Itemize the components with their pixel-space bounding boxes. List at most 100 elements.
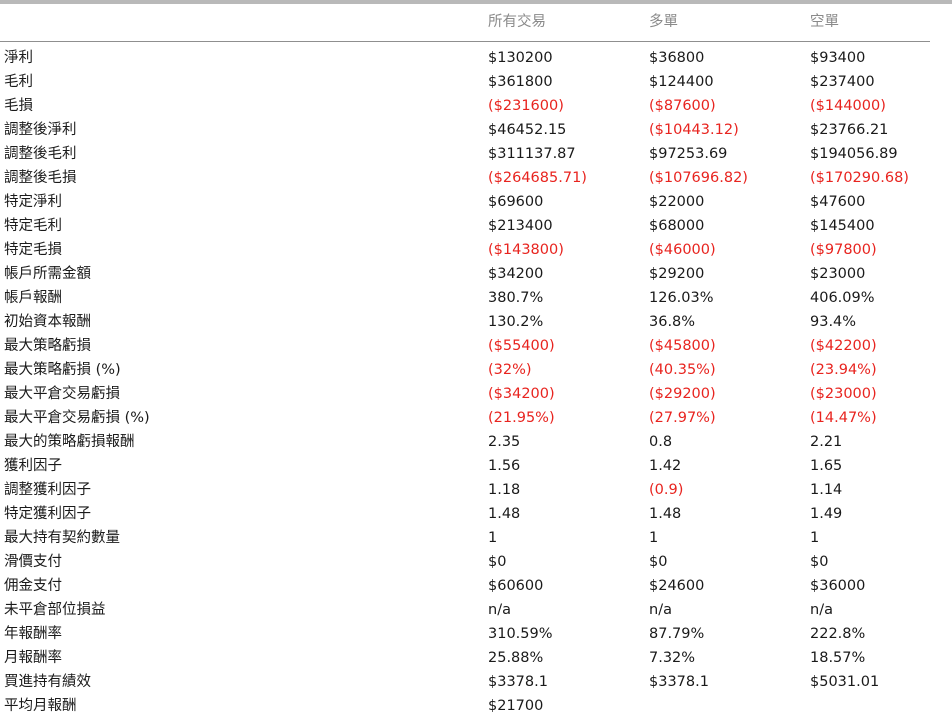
metric-label: 最大平倉交易虧損 (%)	[4, 410, 150, 426]
table-row: 特定淨利 $69600 $22000 $47600	[0, 190, 952, 214]
value-all-trades: $3378.1	[488, 674, 548, 690]
value-long: (27.97%)	[649, 410, 716, 426]
metric-label: 買進持有績效	[4, 674, 91, 690]
metric-label: 特定毛損	[4, 242, 62, 258]
value-long: $22000	[649, 194, 705, 210]
metric-label: 最大策略虧損	[4, 338, 91, 354]
metric-label: 平均月報酬	[4, 698, 77, 714]
table-row: 最大持有契約數量 1 1 1	[0, 526, 952, 550]
value-short: 406.09%	[810, 290, 875, 306]
value-short: (14.47%)	[810, 410, 877, 426]
column-header-long: 多單	[649, 14, 678, 30]
table-row: 未平倉部位損益 n/a n/a n/a	[0, 598, 952, 622]
value-all-trades: 1	[488, 530, 498, 546]
table-row: 平均月報酬 $21700	[0, 694, 952, 718]
value-short: $5031.01	[810, 674, 880, 690]
value-long: $36800	[649, 50, 705, 66]
value-short: $145400	[810, 218, 875, 234]
table-row: 最大平倉交易虧損 (%) (21.95%) (27.97%) (14.47%)	[0, 406, 952, 430]
metrics-table: 淨利 $130200 $36800 $93400 毛利 $361800 $124400 $23…	[0, 46, 952, 718]
value-short: ($170290.68)	[810, 170, 909, 186]
metric-label: 調整後淨利	[4, 122, 77, 138]
metric-label: 毛利	[4, 74, 33, 90]
metric-label: 未平倉部位損益	[4, 602, 106, 618]
value-long: ($87600)	[649, 98, 716, 114]
value-long: 1.42	[649, 458, 682, 474]
value-short: $36000	[810, 578, 866, 594]
metric-label: 年報酬率	[4, 626, 62, 642]
value-long: $97253.69	[649, 146, 728, 162]
metric-label: 佣金支付	[4, 578, 62, 594]
table-row: 調整後淨利 $46452.15 ($10443.12) $23766.21	[0, 118, 952, 142]
value-all-trades: 130.2%	[488, 314, 544, 330]
value-long: ($29200)	[649, 386, 716, 402]
table-row: 特定毛損 ($143800) ($46000) ($97800)	[0, 238, 952, 262]
table-row: 最大平倉交易虧損 ($34200) ($29200) ($23000)	[0, 382, 952, 406]
value-all-trades: $60600	[488, 578, 544, 594]
value-long: $0	[649, 554, 668, 570]
table-row: 毛損 ($231600) ($87600) ($144000)	[0, 94, 952, 118]
value-short: 18.57%	[810, 650, 866, 666]
value-all-trades: 310.59%	[488, 626, 553, 642]
value-short: (23.94%)	[810, 362, 877, 378]
table-row: 最大的策略虧損報酬 2.35 0.8 2.21	[0, 430, 952, 454]
value-all-trades: $21700	[488, 698, 544, 714]
value-all-trades: $69600	[488, 194, 544, 210]
metric-label: 特定獲利因子	[4, 506, 91, 522]
value-short: 2.21	[810, 434, 843, 450]
table-row: 最大策略虧損 (%) (32%) (40.35%) (23.94%)	[0, 358, 952, 382]
value-long: 7.32%	[649, 650, 696, 666]
value-long: (40.35%)	[649, 362, 716, 378]
value-long: ($107696.82)	[649, 170, 748, 186]
value-short: 1	[810, 530, 820, 546]
table-row: 獲利因子 1.56 1.42 1.65	[0, 454, 952, 478]
table-row: 帳戶所需金額 $34200 $29200 $23000	[0, 262, 952, 286]
value-all-trades: ($231600)	[488, 98, 564, 114]
value-long: 1.48	[649, 506, 682, 522]
metric-label: 調整後毛損	[4, 170, 77, 186]
metric-label: 最大平倉交易虧損	[4, 386, 120, 402]
value-long: 36.8%	[649, 314, 696, 330]
value-all-trades: $311137.87	[488, 146, 576, 162]
value-short: $23000	[810, 266, 866, 282]
value-short: 93.4%	[810, 314, 857, 330]
header-divider	[0, 41, 930, 42]
table-row: 特定獲利因子 1.48 1.48 1.49	[0, 502, 952, 526]
table-row: 帳戶報酬 380.7% 126.03% 406.09%	[0, 286, 952, 310]
value-long: ($45800)	[649, 338, 716, 354]
value-long: ($46000)	[649, 242, 716, 258]
value-short: ($42200)	[810, 338, 877, 354]
value-long: $3378.1	[649, 674, 709, 690]
value-short: 1.49	[810, 506, 843, 522]
value-long: $68000	[649, 218, 705, 234]
value-long: 126.03%	[649, 290, 714, 306]
value-all-trades: $34200	[488, 266, 544, 282]
value-short: $194056.89	[810, 146, 898, 162]
value-short: $93400	[810, 50, 866, 66]
table-row: 佣金支付 $60600 $24600 $36000	[0, 574, 952, 598]
metric-label: 初始資本報酬	[4, 314, 91, 330]
table-row: 調整後毛利 $311137.87 $97253.69 $194056.89	[0, 142, 952, 166]
metric-label: 最大持有契約數量	[4, 530, 120, 546]
value-all-trades: ($264685.71)	[488, 170, 587, 186]
value-all-trades: 2.35	[488, 434, 521, 450]
metric-label: 最大策略虧損 (%)	[4, 362, 121, 378]
value-short: $47600	[810, 194, 866, 210]
table-row: 調整獲利因子 1.18 (0.9) 1.14	[0, 478, 952, 502]
value-short: 1.14	[810, 482, 843, 498]
value-short: 222.8%	[810, 626, 866, 642]
value-all-trades: 1.48	[488, 506, 521, 522]
metric-label: 特定淨利	[4, 194, 62, 210]
value-all-trades: ($143800)	[488, 242, 564, 258]
value-long: (0.9)	[649, 482, 684, 498]
column-header-row: 所有交易 多單 空單	[0, 4, 952, 37]
value-all-trades: 380.7%	[488, 290, 544, 306]
value-all-trades: (32%)	[488, 362, 532, 378]
column-header-all-trades: 所有交易	[488, 14, 546, 30]
table-row: 特定毛利 $213400 $68000 $145400	[0, 214, 952, 238]
value-all-trades: (21.95%)	[488, 410, 555, 426]
value-all-trades: $46452.15	[488, 122, 567, 138]
table-row: 調整後毛損 ($264685.71) ($107696.82) ($170290.68…	[0, 166, 952, 190]
value-short: $23766.21	[810, 122, 889, 138]
value-short: ($144000)	[810, 98, 886, 114]
